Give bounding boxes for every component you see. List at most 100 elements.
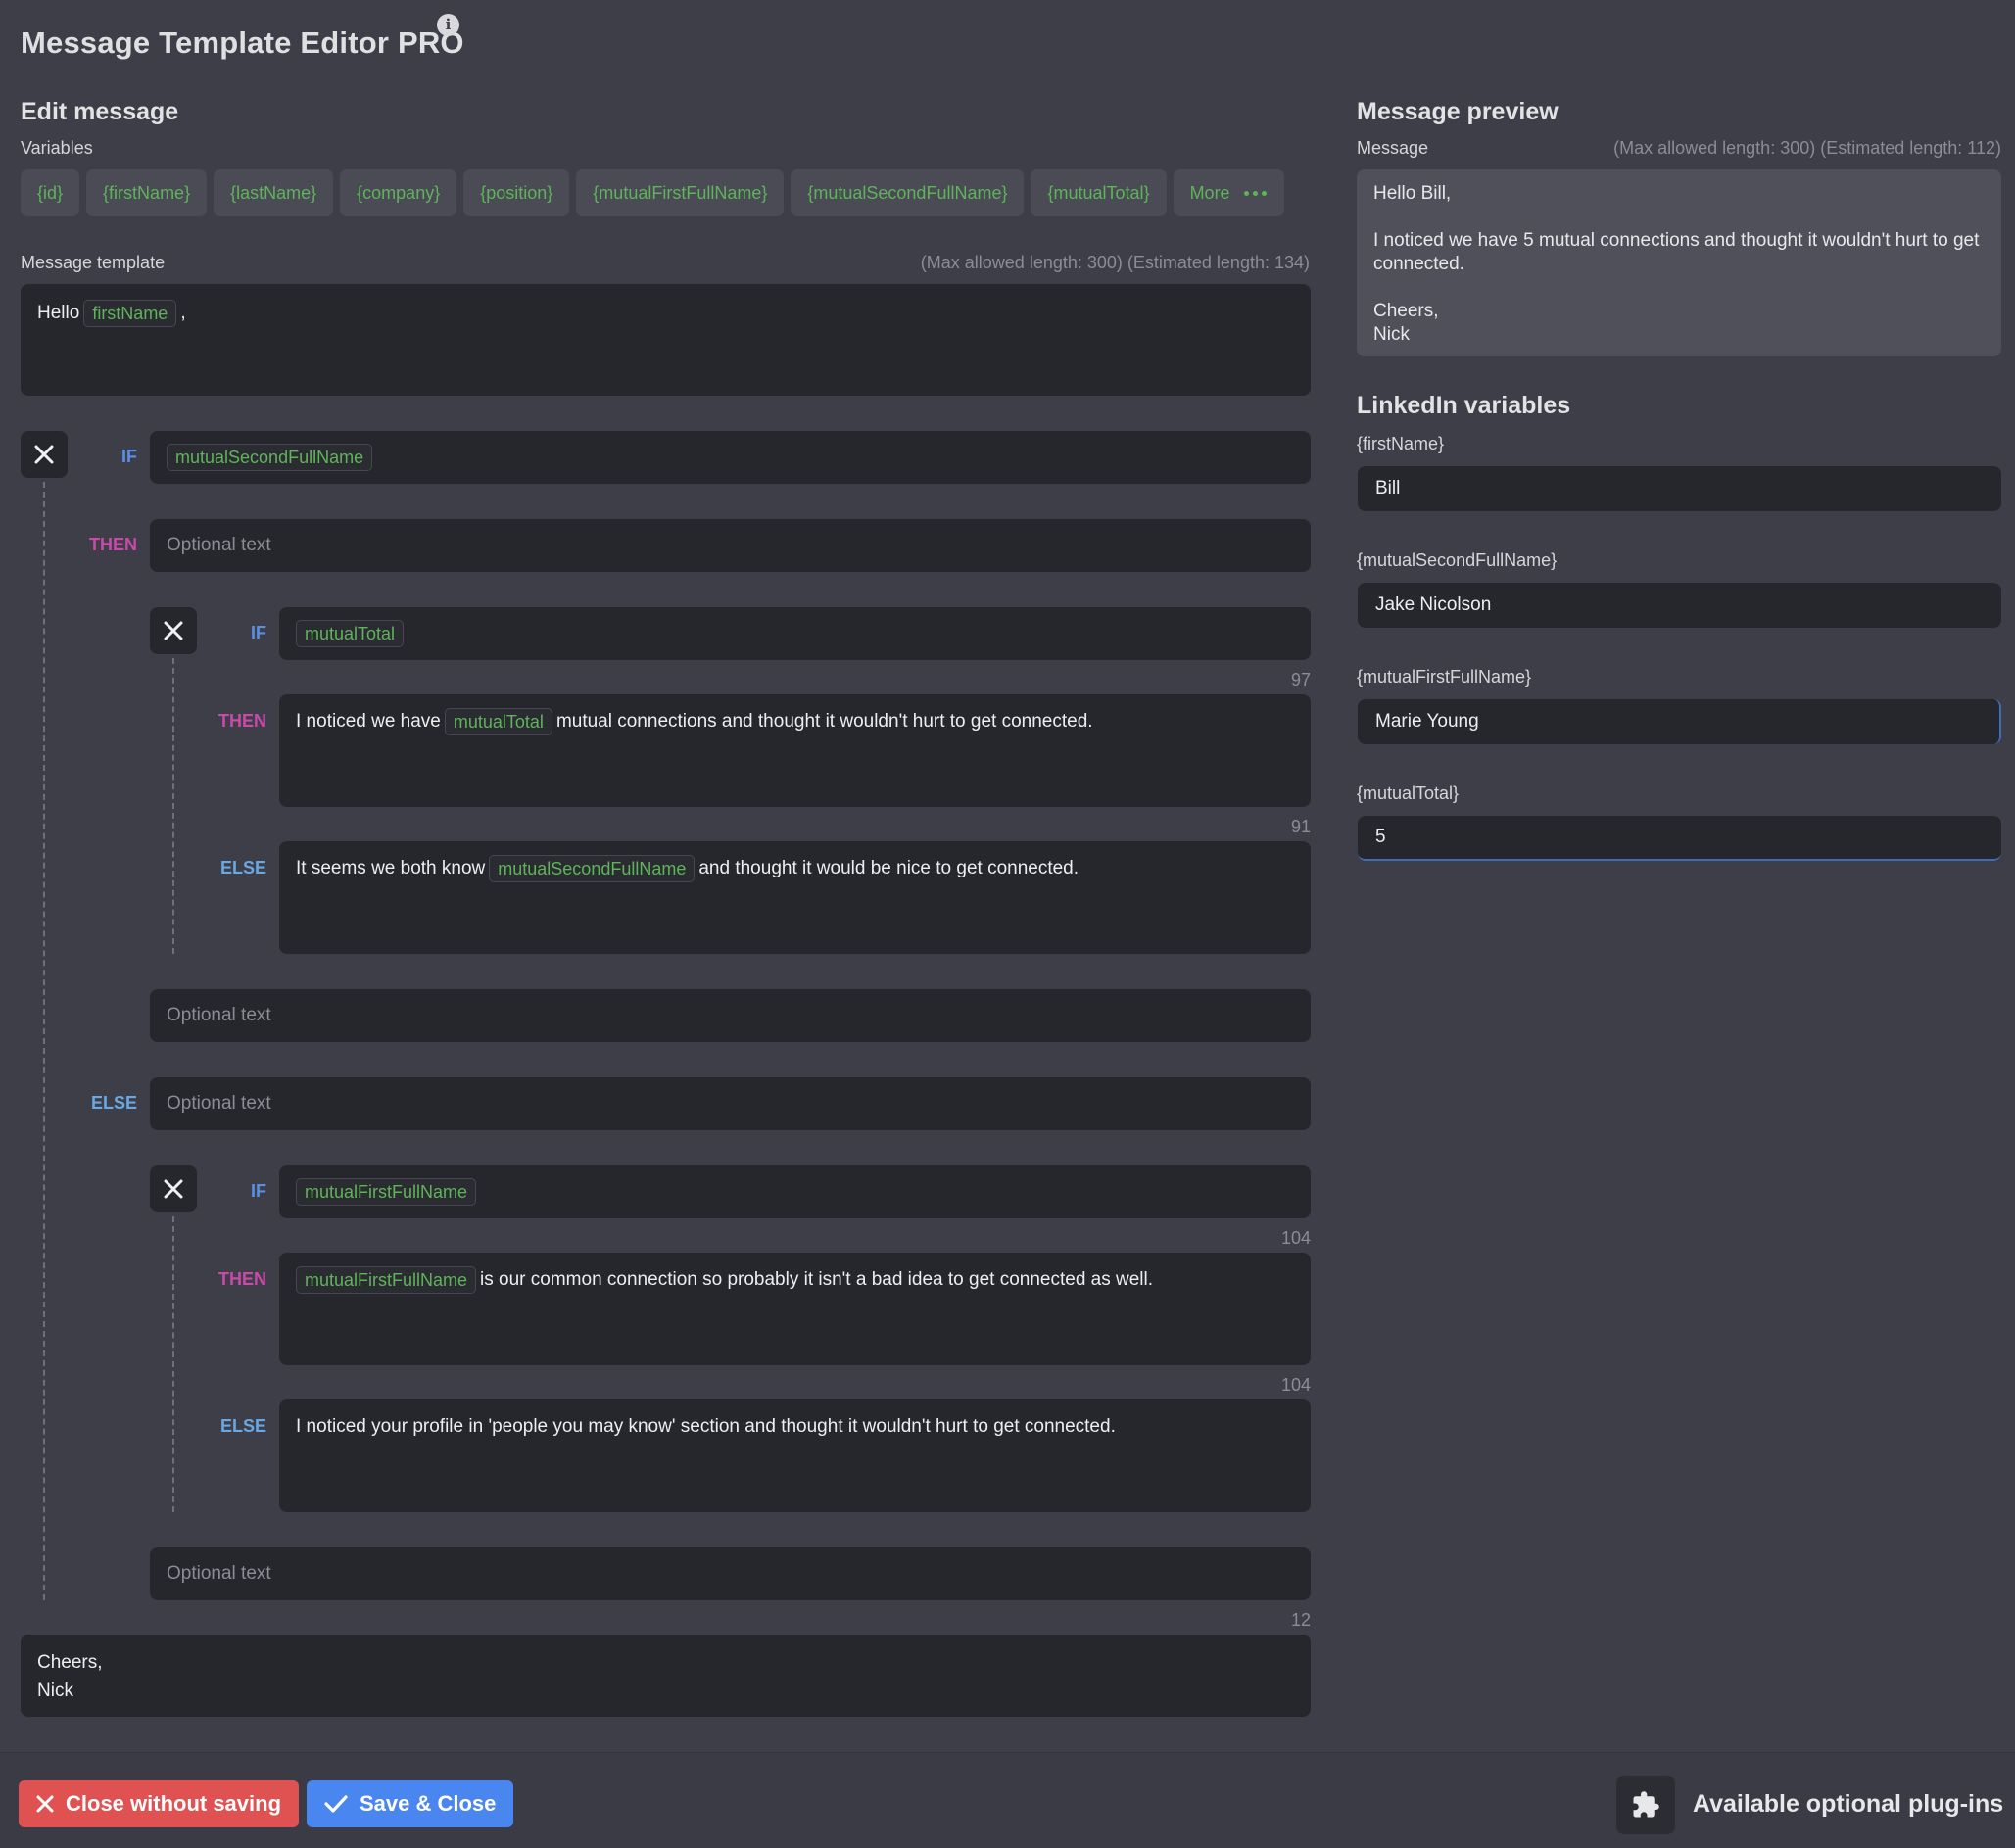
linkedin-value-mutualsecondfullname: Jake Nicolson <box>1375 594 1492 615</box>
close-without-saving-button[interactable]: Close without saving <box>19 1780 300 1827</box>
linkedin-value-mutualfirstfullname: Marie Young <box>1375 711 1479 732</box>
linkedin-input-mutualsecondfullname[interactable]: Jake Nicolson <box>1358 583 2001 628</box>
else-text-field[interactable]: Optional text <box>150 1077 1311 1130</box>
close-without-saving-label: Close without saving <box>66 1791 282 1816</box>
nested2-else-text: I noticed your profile in 'people you ma… <box>296 1416 1116 1437</box>
close-icon <box>36 1795 54 1813</box>
then-placeholder: Optional text <box>167 535 271 555</box>
nested2-else-char-count: 104 <box>1280 1375 1311 1395</box>
variable-tag-mutualsecondfullname[interactable]: mutualSecondFullName <box>167 444 373 471</box>
variable-tag-mutualtotal-inline[interactable]: mutualTotal <box>444 707 552 735</box>
variable-chip-company[interactable]: {company} <box>340 169 457 216</box>
nested2-then-textarea[interactable]: mutualFirstFullName is our common connect… <box>279 1253 1311 1365</box>
nested-else-textarea[interactable]: It seems we both know mutualSecondFullNam… <box>279 841 1311 954</box>
variable-tag-firstname[interactable]: firstName <box>83 299 177 327</box>
nested-else-keyword: ELSE <box>219 858 266 877</box>
plugins-button[interactable] <box>1616 1776 1675 1834</box>
after-else-text-field[interactable]: Optional text <box>150 1547 1311 1600</box>
nested2-else-textarea[interactable]: I noticed your profile in 'people you ma… <box>279 1399 1311 1512</box>
linkedin-label-firstname: {firstName} <box>1357 434 1445 453</box>
message-preview-title: Message preview <box>1357 98 1559 125</box>
closing-textarea[interactable]: Cheers, Nick <box>21 1635 1311 1717</box>
remove-condition-button[interactable] <box>21 431 68 478</box>
variables-label: Variables <box>21 138 93 158</box>
remove-nested-condition-button-2[interactable] <box>150 1165 197 1212</box>
variable-tag-mutualtotal[interactable]: mutualTotal <box>296 620 405 647</box>
variable-tag-mutualsecondfullname-inline[interactable]: mutualSecondFullName <box>489 854 696 882</box>
remove-nested-condition-button[interactable] <box>150 607 197 654</box>
after-else-placeholder: Optional text <box>167 1563 271 1584</box>
variables-chip-bar: {id} {firstName} {lastName} {company} {p… <box>21 169 1284 216</box>
closing-char-count: 12 <box>1290 1610 1311 1630</box>
if-keyword: IF <box>121 447 137 466</box>
preview-length-info: (Max allowed length: 300) (Estimated len… <box>1613 138 2001 158</box>
save-and-close-button[interactable]: Save & Close <box>307 1780 514 1827</box>
variable-chip-id[interactable]: {id} <box>21 169 80 216</box>
nested2-if-keyword: IF <box>251 1181 266 1201</box>
else-char-count: 91 <box>1290 817 1311 836</box>
preview-line-1: Hello Bill, <box>1373 183 1452 204</box>
info-icon[interactable]: i <box>437 14 459 36</box>
then-text-after: mutual connections and thought it wouldn… <box>555 711 1093 732</box>
else-text-before: It seems we both know <box>296 858 486 878</box>
variable-chip-position[interactable]: {position} <box>463 169 570 216</box>
nested-if-condition-field[interactable]: mutualTotal <box>279 607 1311 660</box>
linkedin-value-mutualtotal: 5 <box>1375 827 1386 847</box>
then-text-field[interactable]: Optional text <box>150 519 1311 572</box>
preview-line-3: Cheers, <box>1373 301 1439 321</box>
variable-chip-mutualtotal[interactable]: {mutualTotal} <box>1031 169 1167 216</box>
message-label: Message <box>1357 138 1429 158</box>
after-then-placeholder: Optional text <box>167 1005 271 1025</box>
puzzle-icon <box>1633 1791 1659 1818</box>
variable-chip-firstname[interactable]: {firstName} <box>86 169 208 216</box>
greeting-textarea[interactable]: Hello firstName, <box>21 284 1311 396</box>
close-icon <box>34 445 54 464</box>
preview-line-4: Nick <box>1373 324 1410 345</box>
nested2-then-text: is our common connection so probably it … <box>480 1269 1154 1290</box>
variable-chip-mutualfirstfullname[interactable]: {mutualFirstFullName} <box>576 169 785 216</box>
linkedin-value-firstname: Bill <box>1375 478 1401 498</box>
check-icon <box>324 1795 348 1813</box>
more-label: More <box>1189 183 1230 203</box>
closing-line-1: Cheers, <box>37 1652 103 1673</box>
closing-line-2: Nick <box>37 1681 73 1701</box>
linkedin-input-mutualtotal[interactable]: 5 <box>1358 816 2001 861</box>
preview-line-2: I noticed we have 5 mutual connections a… <box>1373 230 1980 274</box>
linkedin-input-mutualfirstfullname[interactable]: Marie Young <box>1358 699 2001 744</box>
else-keyword: ELSE <box>90 1093 137 1113</box>
greeting-comma: , <box>180 303 186 323</box>
save-and-close-label: Save & Close <box>360 1791 497 1816</box>
variable-chip-lastname[interactable]: {lastName} <box>214 169 334 216</box>
template-length-info: (Max allowed length: 300) (Estimated len… <box>920 253 1310 272</box>
plugins-label[interactable]: Available optional plug-ins <box>1693 1790 2003 1819</box>
nested-then-keyword: THEN <box>218 711 266 731</box>
nested2-then-keyword: THEN <box>218 1269 266 1289</box>
variable-tag-mutualfirstfullname[interactable]: mutualFirstFullName <box>296 1178 477 1206</box>
nested-guide-line <box>172 658 174 954</box>
after-then-text-field[interactable]: Optional text <box>150 989 1311 1042</box>
then-keyword: THEN <box>89 535 137 554</box>
message-preview-box: Hello Bill, I noticed we have 5 mutual c… <box>1357 169 2001 356</box>
then-char-count: 97 <box>1290 670 1311 689</box>
more-variables-button[interactable]: More <box>1173 169 1284 216</box>
if-condition-field[interactable]: mutualSecondFullName <box>150 431 1311 484</box>
variable-chip-mutualsecondfullname[interactable]: {mutualSecondFullName} <box>791 169 1025 216</box>
nested2-if-condition-field[interactable]: mutualFirstFullName <box>279 1165 1311 1218</box>
close-icon <box>164 621 183 640</box>
else-text-after: and thought it would be nice to get conn… <box>698 858 1079 878</box>
linkedin-label-mutualsecondfullname: {mutualSecondFullName} <box>1357 550 1558 570</box>
nested-guide-line-2 <box>172 1216 174 1512</box>
nested-if-keyword: IF <box>251 623 266 642</box>
nested2-then-char-count: 104 <box>1280 1228 1311 1248</box>
variable-tag-mutualfirstfullname-inline[interactable]: mutualFirstFullName <box>296 1265 477 1294</box>
nested-then-textarea[interactable]: I noticed we have mutualTotal mutual conne… <box>279 694 1311 807</box>
message-template-label: Message template <box>21 253 166 272</box>
linkedin-label-mutualtotal: {mutualTotal} <box>1357 783 1460 803</box>
close-icon <box>164 1179 183 1199</box>
more-dots-icon <box>1243 190 1267 196</box>
app-title: Message Template Editor PRO <box>21 25 464 60</box>
linkedin-label-mutualfirstfullname: {mutualFirstFullName} <box>1357 667 1532 687</box>
edit-message-title: Edit message <box>21 98 179 125</box>
linkedin-input-firstname[interactable]: Bill <box>1358 466 2001 511</box>
then-text-before: I noticed we have <box>296 711 441 732</box>
